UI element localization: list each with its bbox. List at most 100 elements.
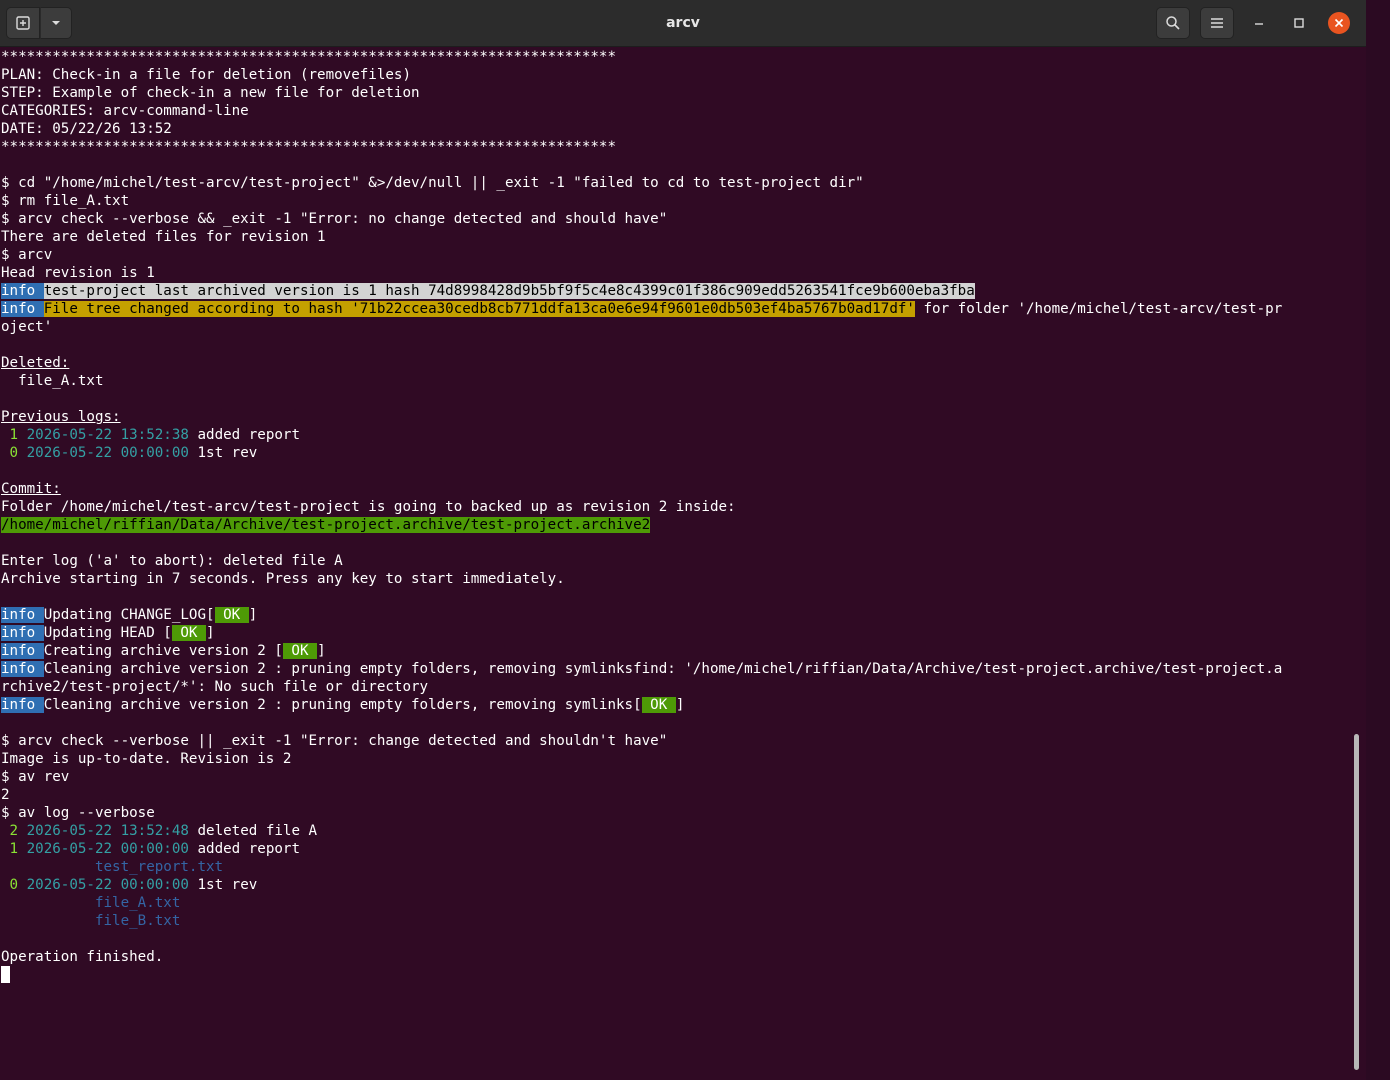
close-button-circle <box>1328 12 1350 34</box>
deleted-file: file_A.txt <box>1 373 104 389</box>
command-line: $ cd "/home/michel/test-arcv/test-projec… <box>1 175 864 191</box>
command-line: $ av log --verbose <box>1 805 155 821</box>
step-text: Updating CHANGE_LOG[ <box>43 607 215 623</box>
desktop-edge <box>1366 0 1390 1080</box>
hash-message: File tree changed according to hash '71b… <box>43 301 915 317</box>
terminal-output[interactable]: ****************************************… <box>1 48 1351 1078</box>
finished-line: Operation finished. <box>1 949 164 965</box>
archive-start-line: Archive starting in 7 seconds. Press any… <box>1 571 565 587</box>
prompt-line[interactable] <box>1 966 1351 984</box>
archive-path: /home/michel/riffian/Data/Archive/test-p… <box>1 517 651 533</box>
step-text: Creating archive version 2 [ <box>43 643 283 659</box>
log-date: 2026-05-22 00:00:00 <box>26 445 189 461</box>
log-file: test_report.txt <box>1 859 224 875</box>
commit-heading: Commit: <box>1 480 1351 498</box>
log-date: 2026-05-22 13:52:38 <box>26 427 189 443</box>
info-line: info Creating archive version 2 [ OK ] <box>1 642 1351 660</box>
log-entry: 2 2026-05-22 13:52:48 deleted file A <box>1 822 1351 840</box>
bracket: ] <box>317 643 326 659</box>
terminal-window: arcv ***********************************… <box>0 0 1367 1080</box>
log-entry: 0 2026-05-22 00:00:00 1st rev <box>1 444 1351 462</box>
ok-badge: OK <box>641 697 676 713</box>
log-message: 1st rev <box>197 877 258 893</box>
log-file: file_A.txt <box>1 895 181 911</box>
log-entry: 1 2026-05-22 00:00:00 added report <box>1 840 1351 858</box>
plan-line: PLAN: Check-in a file for deletion (remo… <box>1 67 411 83</box>
bracket: ] <box>248 607 258 623</box>
title-bar: arcv <box>0 0 1366 47</box>
deleted-label: Deleted: <box>1 355 70 371</box>
new-tab-button[interactable] <box>6 7 40 39</box>
maximize-button[interactable] <box>1284 8 1314 38</box>
log-rev: 0 <box>1 877 19 893</box>
separator-line: ****************************************… <box>1 49 616 65</box>
new-tab-icon <box>16 16 30 30</box>
close-icon <box>1334 18 1344 28</box>
date-line: DATE: 05/22/26 13:52 <box>1 121 172 137</box>
step-line: STEP: Example of check-in a new file for… <box>1 85 420 101</box>
minimize-icon <box>1255 23 1263 25</box>
categories-line: CATEGORIES: arcv-command-line <box>1 103 249 119</box>
search-icon <box>1166 16 1180 30</box>
info-line: info Cleaning archive version 2 : prunin… <box>1 696 1351 714</box>
deleted-heading: Deleted: <box>1 354 1351 372</box>
menu-button[interactable] <box>1200 7 1234 39</box>
close-button[interactable] <box>1324 8 1354 38</box>
log-file: file_B.txt <box>1 913 181 929</box>
info-line: info Updating HEAD [ OK ] <box>1 624 1351 642</box>
archive-path-line: /home/michel/riffian/Data/Archive/test-p… <box>1 516 1351 534</box>
command-line: $ arcv check --verbose || _exit -1 "Erro… <box>1 733 668 749</box>
bracket: ] <box>206 625 215 641</box>
info-badge: info <box>1 607 44 623</box>
log-rev: 1 <box>1 841 19 857</box>
info-line: info File tree changed according to hash… <box>1 300 1351 318</box>
command-line: $ arcv check --verbose && _exit -1 "Erro… <box>1 211 668 227</box>
maximize-icon <box>1294 18 1304 28</box>
command-line: $ arcv <box>1 247 53 263</box>
info-line: info Updating CHANGE_LOG[ OK ] <box>1 606 1351 624</box>
log-rev: 0 <box>1 445 19 461</box>
hamburger-menu-icon <box>1211 18 1223 28</box>
log-date: 2026-05-22 00:00:00 <box>26 877 189 893</box>
step-text: Updating HEAD [ <box>43 625 172 641</box>
separator-line: ****************************************… <box>1 139 616 155</box>
folder-text: for folder '/home/michel/test-arcv/test-… <box>914 301 1283 317</box>
log-message: added report <box>197 427 300 443</box>
command-line: $ rm file_A.txt <box>1 193 130 209</box>
output-line: There are deleted files for revision 1 <box>1 229 326 245</box>
info-line: info test-project last archived version … <box>1 282 1351 300</box>
scrollbar-thumb[interactable] <box>1354 734 1359 1070</box>
step-text: Cleaning archive version 2 : pruning emp… <box>43 661 1283 677</box>
text-cursor <box>1 966 10 983</box>
info-badge: info <box>1 661 44 677</box>
minimize-button[interactable] <box>1244 8 1274 38</box>
info-badge: info <box>1 301 44 317</box>
output-line: oject' <box>1 319 53 335</box>
output-line: rchive2/test-project/*': No such file or… <box>1 679 429 695</box>
log-rev: 2 <box>1 823 19 839</box>
tab-menu-button[interactable] <box>40 7 72 39</box>
ok-badge: OK <box>282 643 318 659</box>
bracket: ] <box>675 697 685 713</box>
previous-logs-label: Previous logs: <box>1 409 121 425</box>
info-badge: info <box>1 283 44 299</box>
commit-label: Commit: <box>1 481 61 497</box>
enter-log-line: Enter log ('a' to abort): deleted file A <box>1 553 343 569</box>
output-line: Head revision is 1 <box>1 265 155 281</box>
info-badge: info <box>1 697 44 713</box>
log-entry: 0 2026-05-22 00:00:00 1st rev <box>1 876 1351 894</box>
log-message: 1st rev <box>197 445 258 461</box>
search-button[interactable] <box>1156 7 1190 39</box>
log-date: 2026-05-22 00:00:00 <box>26 841 189 857</box>
ok-badge: OK <box>214 607 249 623</box>
log-date: 2026-05-22 13:52:48 <box>26 823 189 839</box>
output-line: 2 <box>1 787 10 803</box>
info-message: test-project last archived version is 1 … <box>43 283 975 299</box>
